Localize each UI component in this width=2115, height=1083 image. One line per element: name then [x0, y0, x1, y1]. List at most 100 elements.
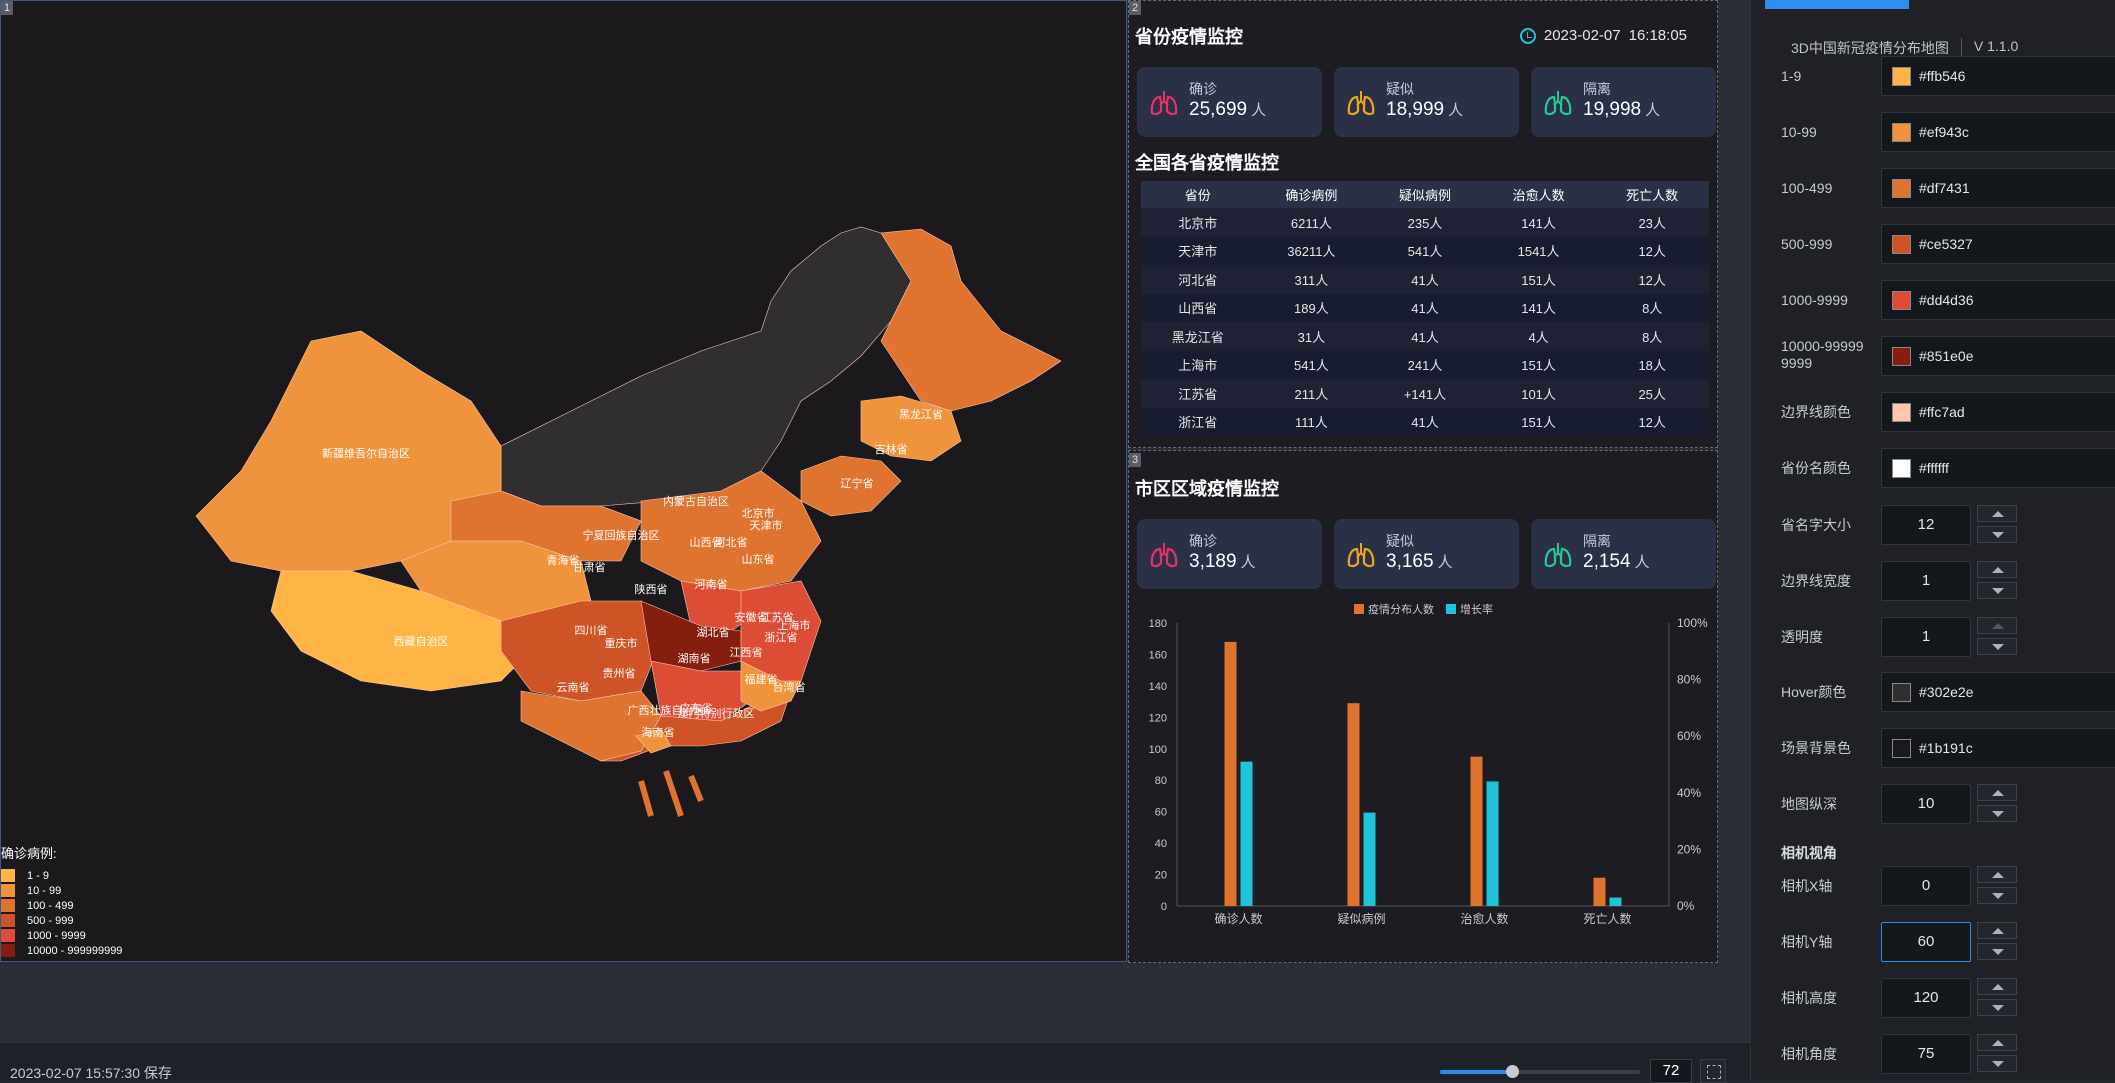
number-input[interactable]: 0 — [1881, 866, 1971, 906]
property-row: 500-999 #ce5327 — [1751, 224, 2115, 272]
y2-tick-label: 80% — [1677, 673, 1701, 687]
stat-unit: 人 — [1634, 554, 1650, 571]
province-label: 山东省 — [742, 553, 775, 566]
increment-icon[interactable] — [1977, 505, 2017, 522]
zoom-slider-handle[interactable] — [1506, 1065, 1519, 1078]
color-swatch — [1892, 66, 1911, 86]
map-legend: 确诊病例: 1 - 9 10 - 99 100 - 499 500 - 999 1000… — [1, 843, 122, 958]
decrement-icon[interactable] — [1977, 582, 2017, 599]
y2-tick-label: 60% — [1677, 729, 1701, 743]
province-monitor-component[interactable]: 2 省份疫情监控 2023-02-07 16:18:05 确诊 25,699 人疑似… — [1128, 0, 1718, 448]
color-picker[interactable]: #ffc7ad — [1881, 392, 2115, 432]
y2-tick-label: 40% — [1677, 786, 1701, 800]
color-picker[interactable]: #ffb546 — [1881, 56, 2115, 96]
color-picker[interactable]: #851e0e — [1881, 336, 2115, 376]
property-label: 省名字大小 — [1781, 517, 1851, 533]
table-cell: 189人 — [1254, 293, 1369, 322]
increment-icon[interactable] — [1977, 561, 2017, 578]
stat-label: 隔离 — [1583, 533, 1611, 549]
increment-icon[interactable] — [1977, 784, 2017, 801]
y-tick-label: 100 — [1149, 744, 1167, 756]
decrement-icon[interactable] — [1977, 943, 2017, 960]
table-row: 河北省 311人 41人 151人 12人 — [1141, 265, 1709, 294]
decrement-icon[interactable] — [1977, 1055, 2017, 1072]
table-cell: 101人 — [1481, 379, 1596, 408]
province-label: 重庆市 — [605, 636, 638, 650]
color-picker[interactable]: #ce5327 — [1881, 224, 2115, 264]
province-label: 河南省 — [695, 578, 728, 591]
stat-card: 确诊 3,189 人 — [1137, 519, 1322, 589]
number-stepper — [1977, 505, 2017, 547]
legend-label: 增长率 — [1460, 602, 1493, 616]
china-map[interactable]: 新疆维吾尔自治区西藏自治区青海省甘肃省宁夏回族自治区内蒙古自治区黑龙江省吉林省辽… — [1, 1, 1128, 963]
y2-tick-label: 20% — [1677, 842, 1701, 856]
province-label: 台湾省 — [773, 680, 806, 694]
increment-icon[interactable] — [1977, 922, 2017, 939]
stat-value: 25,699 — [1189, 99, 1248, 120]
increment-icon[interactable] — [1977, 866, 2017, 883]
province-label: 海南省 — [642, 725, 675, 739]
color-picker[interactable]: #dd4d36 — [1881, 280, 2115, 320]
component-index: 3 — [1129, 453, 1141, 467]
province-label: 内蒙古自治区 — [663, 494, 729, 508]
color-picker[interactable]: #ffffff — [1881, 448, 2115, 488]
bar-growth — [1486, 781, 1499, 906]
map-component[interactable]: 1 新疆维吾尔自治区 西藏自治区 青海省 甘肃省 宁夏回族自治区 内蒙古自治区 … — [0, 0, 1127, 962]
color-swatch — [1892, 178, 1911, 198]
decrement-icon[interactable] — [1977, 638, 2017, 655]
province-label: 四川省 — [575, 624, 608, 637]
property-label: 1000-9999 — [1781, 292, 1848, 308]
color-picker[interactable]: #1b191c — [1881, 728, 2115, 768]
column-header: 省份 — [1141, 181, 1255, 208]
increment-icon[interactable] — [1977, 617, 2017, 634]
number-input[interactable]: 10 — [1881, 784, 1971, 824]
province-label: 宁夏回族自治区 — [583, 528, 660, 542]
decrement-icon[interactable] — [1977, 805, 2017, 822]
increment-icon[interactable] — [1977, 1034, 2017, 1051]
stat-value: 18,999 — [1386, 99, 1445, 120]
table-cell: 141人 — [1481, 293, 1596, 322]
number-input[interactable]: 1 — [1881, 561, 1971, 601]
property-row: 场景背景色 #1b191c — [1751, 728, 2115, 776]
fit-screen-icon[interactable] — [1700, 1059, 1726, 1083]
province-label: 陕西省 — [635, 582, 668, 596]
number-input[interactable]: 60 — [1881, 922, 1971, 962]
stat-value: 19,998 — [1583, 99, 1642, 120]
zoom-input[interactable]: 72 — [1650, 1059, 1692, 1083]
table-cell: 4人 — [1481, 322, 1596, 351]
color-picker[interactable]: #ef943c — [1881, 112, 2115, 152]
legend-item: 1000 - 9999 — [1, 928, 122, 943]
table-row: 浙江省 111人 41人 151人 12人 — [1141, 407, 1709, 436]
city-monitor-component[interactable]: 3 市区区域疫情监控 确诊 3,189 人疑似 3,165 人隔离 2,154 人 疫情分布… — [1128, 450, 1718, 963]
province-label: 山西省 — [690, 536, 723, 549]
bar-count — [1593, 877, 1606, 906]
number-input[interactable]: 75 — [1881, 1034, 1971, 1074]
increment-icon[interactable] — [1977, 978, 2017, 995]
zoom-slider[interactable] — [1440, 1065, 1640, 1078]
stat-label: 疑似 — [1386, 81, 1414, 97]
decrement-icon[interactable] — [1977, 526, 2017, 543]
table-cell: 上海市 — [1141, 350, 1255, 379]
property-label: 边界线宽度 — [1781, 573, 1851, 589]
bar-chart: 疫情分布人数 增长率 0 20 40 60 80 100 120 140 160 180 0% 20% 40… — [1149, 602, 1708, 926]
stat-cards: 确诊 3,189 人疑似 3,165 人隔离 2,154 人 — [1137, 519, 1716, 589]
decrement-icon[interactable] — [1977, 887, 2017, 904]
color-picker[interactable]: #302e2e — [1881, 672, 2115, 712]
number-input[interactable]: 12 — [1881, 505, 1971, 545]
decrement-icon[interactable] — [1977, 999, 2017, 1016]
active-tab-indicator[interactable] — [1765, 0, 1909, 9]
color-value: #851e0e — [1919, 348, 1974, 364]
bar-growth — [1609, 897, 1622, 906]
table-cell: 12人 — [1595, 407, 1709, 436]
color-value: #302e2e — [1919, 684, 1974, 700]
color-picker[interactable]: #df7431 — [1881, 168, 2115, 208]
color-swatch — [1892, 682, 1911, 702]
datetime: 2023-02-07 16:18:05 — [1519, 27, 1687, 44]
legend-swatch — [1, 869, 15, 882]
stat-label: 疑似 — [1386, 533, 1414, 549]
table-cell: 江苏省 — [1141, 379, 1255, 408]
number-input[interactable]: 1 — [1881, 617, 1971, 657]
number-input[interactable]: 120 — [1881, 978, 1971, 1018]
legend-label: 10000 - 999999999 — [27, 944, 123, 957]
lungs-icon — [1543, 541, 1573, 569]
